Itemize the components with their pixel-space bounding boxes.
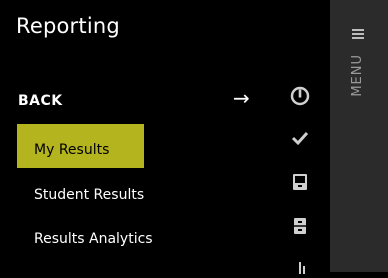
hamburger-icon[interactable] (352, 29, 364, 41)
nav-item-my-results[interactable]: My Results (0, 124, 270, 168)
nav-item-label: Student Results (34, 187, 145, 203)
nav-item-label: Results Analytics (34, 231, 153, 247)
icon-rail (270, 0, 330, 274)
bar-chart-icon[interactable] (290, 258, 310, 278)
reporting-panel: Reporting BACK → My Results Student Resu… (0, 0, 270, 272)
power-icon[interactable] (290, 86, 310, 106)
panel-title: Reporting (16, 14, 120, 38)
nav-item-student-results[interactable]: Student Results (0, 178, 270, 218)
nav-item-label: My Results (34, 142, 110, 158)
menu-column[interactable]: MENU (330, 0, 388, 272)
back-label: BACK (18, 93, 63, 109)
cabinet-icon[interactable] (290, 216, 310, 236)
back-button[interactable]: BACK → (0, 84, 270, 118)
drawer-icon[interactable] (290, 172, 310, 192)
arrow-right-icon: → (233, 86, 250, 110)
check-icon[interactable] (290, 128, 310, 148)
menu-label: MENU (350, 54, 365, 97)
nav-item-results-analytics[interactable]: Results Analytics (0, 222, 270, 262)
